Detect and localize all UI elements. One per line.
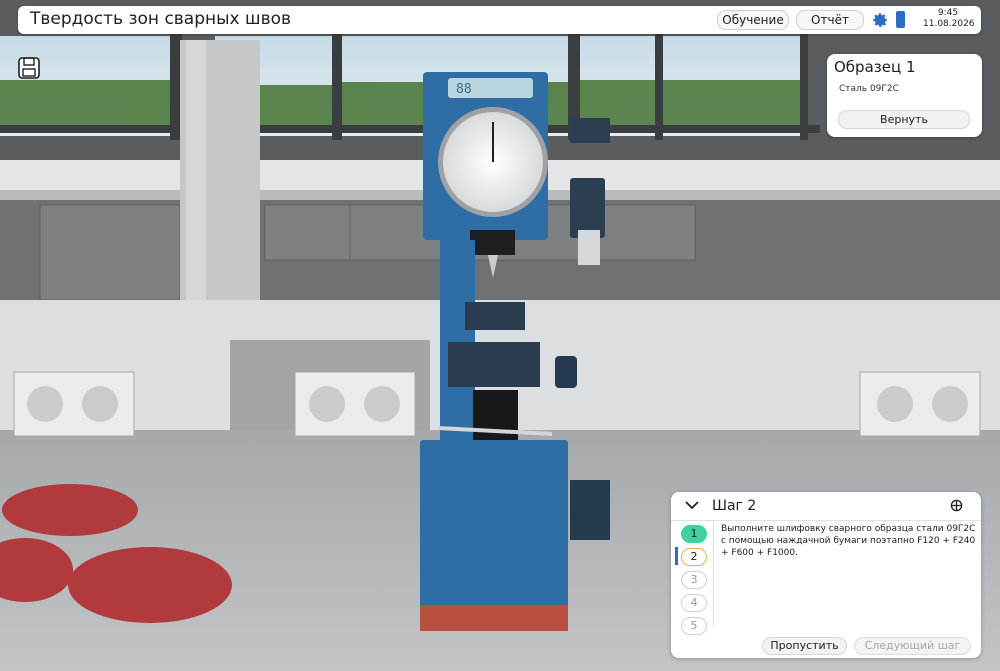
skip-button[interactable]: Пропустить (762, 637, 847, 655)
step-number-4[interactable]: 4 (681, 594, 707, 612)
step-title: Шаг 2 (712, 498, 757, 514)
step-number-1[interactable]: 1 (681, 525, 707, 543)
step-number-2[interactable]: 2 (681, 548, 707, 566)
clock-time: 9:45 (937, 8, 959, 18)
device-display: 88 (456, 82, 472, 97)
step-instruction: Выполните шлифовку сварного образца стал… (721, 524, 976, 558)
next-step-button[interactable]: Следующий шаг (854, 637, 971, 655)
divider (713, 522, 714, 626)
step-number-3[interactable]: 3 (681, 571, 707, 589)
step-header: Шаг 2 (671, 492, 981, 521)
training-button[interactable]: Обучение (717, 10, 789, 30)
sample-panel: Образец 1 Сталь 09Г2С Вернуть (827, 54, 982, 137)
gear-icon[interactable] (871, 11, 889, 29)
current-step-indicator (675, 547, 678, 565)
return-button[interactable]: Вернуть (838, 110, 970, 129)
crosshair-icon[interactable] (950, 499, 963, 512)
page-title: Твердость зон сварных швов (30, 9, 292, 29)
step-panel: Шаг 2 1 2 3 4 5 Выполните шлифовку сварн… (671, 492, 981, 658)
report-button[interactable]: Отчёт (796, 10, 864, 30)
clock: 9:45 11.08.2026 (923, 8, 975, 30)
clock-date: 11.08.2026 (923, 19, 975, 29)
top-bar: Твердость зон сварных швов Обучение Отчё… (18, 6, 981, 34)
sample-title: Образец 1 (834, 58, 916, 76)
phone-icon[interactable] (896, 11, 905, 28)
step-number-5[interactable]: 5 (681, 617, 707, 635)
save-icon[interactable] (18, 57, 40, 79)
chevron-down-icon[interactable] (685, 500, 699, 510)
sample-material: Сталь 09Г2С (839, 84, 899, 94)
